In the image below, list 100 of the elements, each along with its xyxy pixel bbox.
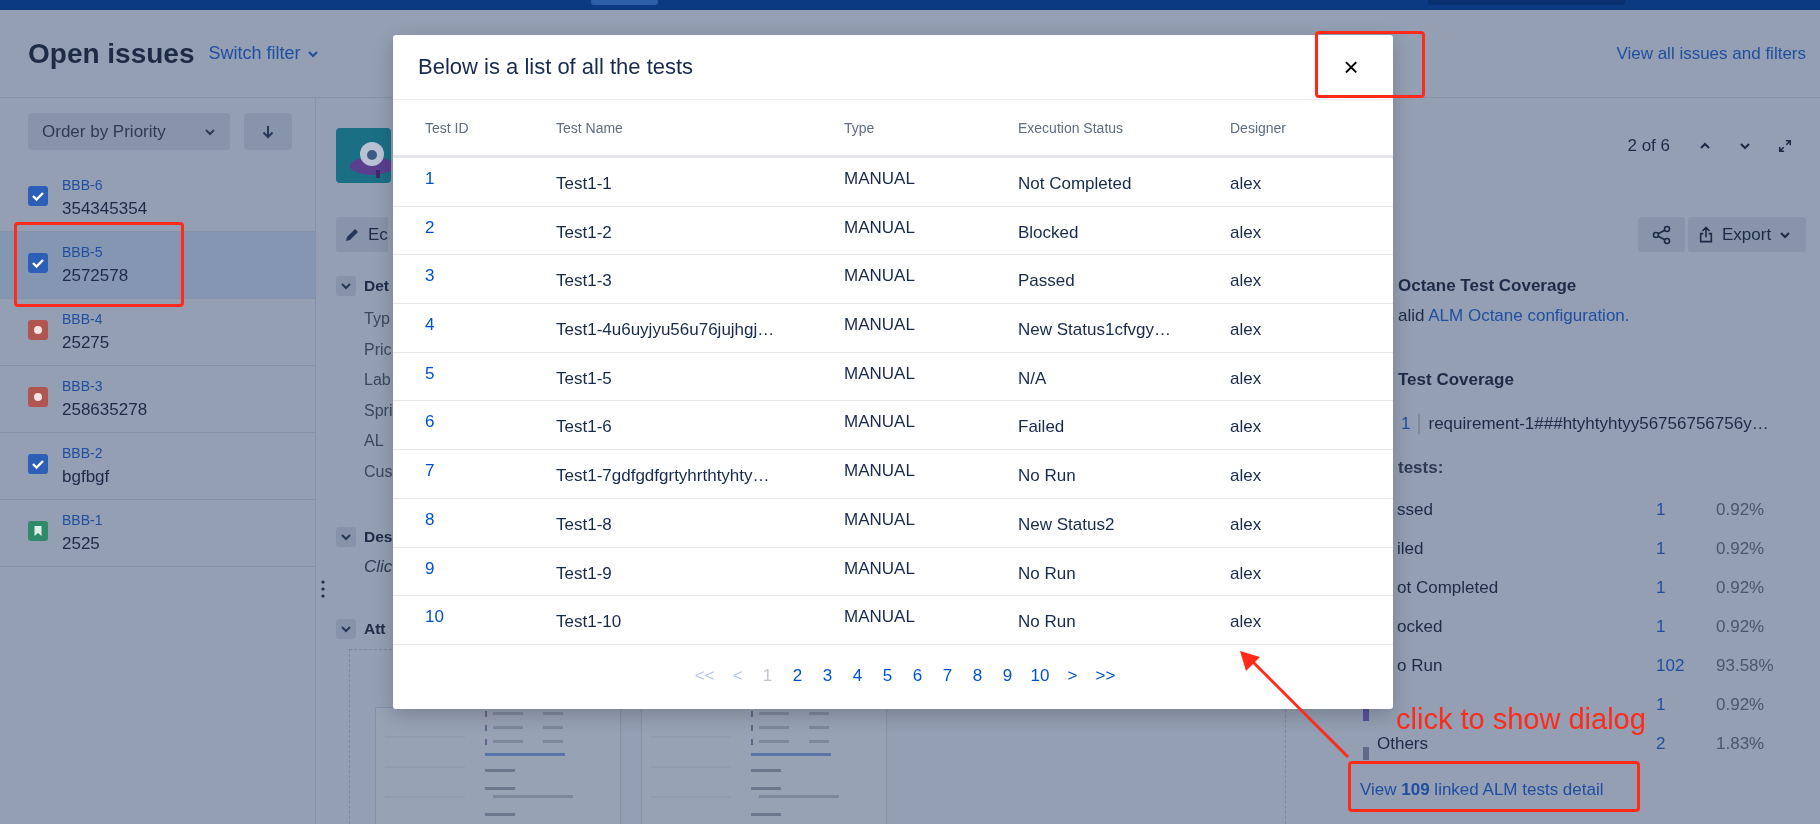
chevron-down-icon[interactable]	[336, 276, 356, 296]
pagination-link[interactable]: 5	[874, 661, 901, 690]
status-count[interactable]: 1	[1656, 577, 1716, 598]
issue-key-link[interactable]: BBB-4	[62, 311, 110, 327]
pagination-link[interactable]: 4	[844, 661, 871, 690]
view-all-issues-link[interactable]: View all issues and filters	[1616, 43, 1806, 64]
view-tests-detail-link[interactable]: View 109 linked ALM tests detail	[1360, 780, 1604, 800]
share-button[interactable]	[1638, 217, 1685, 252]
dialog-title: Below is a list of all the tests	[418, 54, 695, 80]
pagination-link[interactable]: 3	[814, 661, 841, 690]
checkbox-icon	[28, 253, 48, 273]
test-type-cell-text: MANUAL	[844, 362, 916, 385]
execution-status-cell-text: New Status1cfvgy…	[1018, 319, 1173, 342]
expand-icon[interactable]	[1778, 139, 1792, 153]
status-count[interactable]: 1	[1656, 538, 1716, 559]
pagination-link[interactable]: 9	[994, 661, 1021, 690]
field-label: Typ	[364, 309, 390, 329]
execution-status-cell-text: New Status2	[1018, 513, 1116, 536]
test-name-cell-text: Test1-7gdfgdfgrtyhrthtyhty…	[556, 465, 771, 488]
pencil-icon	[344, 226, 360, 243]
designer-cell-text: alex	[1230, 416, 1263, 439]
column-header: Execution Status	[1018, 119, 1125, 136]
test-id-link[interactable]: 9	[425, 547, 556, 596]
edit-button[interactable]: Ec	[336, 217, 388, 252]
status-count[interactable]: 102	[1656, 655, 1716, 676]
test-id-link[interactable]: 3	[425, 255, 556, 304]
thumbnail-drawing[interactable]	[375, 707, 621, 824]
pagination-link[interactable]: 8	[964, 661, 991, 690]
switch-filter-button[interactable]: Switch filter	[208, 39, 319, 68]
export-button[interactable]: Export	[1688, 217, 1806, 252]
test-id-link[interactable]: 4	[425, 304, 556, 352]
column-header: Designer	[1230, 119, 1288, 136]
details-heading: Det	[364, 277, 389, 295]
order-by-dropdown[interactable]: Order by Priority	[28, 113, 230, 150]
test-id-link[interactable]: 2	[425, 206, 556, 255]
status-percent: 0.92%	[1716, 538, 1766, 559]
status-count[interactable]: 1	[1656, 694, 1716, 715]
test-name-cell-text: Test1-5	[556, 367, 613, 390]
test-type-cell-text: MANUAL	[844, 168, 916, 190]
test-id-link[interactable]: 8	[425, 498, 556, 547]
thumbnail-drawing[interactable]	[641, 707, 887, 824]
issue-summary: 2525	[62, 534, 101, 554]
field-label: Lab	[364, 370, 391, 390]
page-title: Open issues	[28, 37, 195, 70]
test-id-link[interactable]: 1	[425, 158, 556, 206]
pagination-link[interactable]: 6	[904, 661, 931, 690]
pagination-link[interactable]: >	[1059, 661, 1086, 690]
resize-handle-icon[interactable]	[321, 580, 325, 598]
execution-status-cell-text: Passed	[1018, 270, 1076, 293]
annotation-text: click to show dialog	[1396, 705, 1646, 734]
issue-list-item[interactable]: BBB-2 bgfbgf	[0, 433, 315, 500]
issue-summary: 258635278	[62, 400, 148, 420]
test-name-cell-text: Test1-1	[556, 173, 613, 195]
test-type-cell-text: MANUAL	[844, 460, 916, 483]
arrow-down-icon	[260, 123, 276, 140]
issue-key-link[interactable]: BBB-6	[62, 177, 148, 193]
status-count[interactable]: 2	[1656, 733, 1716, 754]
status-count[interactable]: 1	[1656, 499, 1716, 520]
issue-key-link[interactable]: BBB-1	[62, 512, 103, 528]
designer-cell-text: alex	[1230, 562, 1263, 585]
description-placeholder[interactable]: Clic	[364, 557, 393, 577]
issue-list-item[interactable]: BBB-5 2572578	[0, 232, 315, 299]
issue-key-link[interactable]: BBB-2	[62, 445, 110, 461]
execution-status-cell-text: Blocked	[1018, 221, 1080, 244]
test-id-link[interactable]: 10	[425, 596, 556, 644]
test-id-link[interactable]: 7	[425, 450, 556, 498]
test-type-cell-text: MANUAL	[844, 265, 916, 288]
test-type-cell-text: MANUAL	[844, 508, 916, 531]
pagination-link[interactable]: 10	[1024, 661, 1056, 690]
status-percent: 0.92%	[1716, 694, 1766, 715]
pagination-link[interactable]: 2	[784, 661, 811, 690]
column-header: Test Name	[556, 119, 624, 136]
test-id-link[interactable]: 6	[425, 401, 556, 450]
close-button[interactable]: ×	[1329, 45, 1373, 89]
requirement-name: requirement-1###htyhtyhtyy56756756756y…	[1418, 414, 1769, 434]
chevron-down-icon[interactable]	[336, 619, 356, 639]
issue-list-item[interactable]: BBB-3 258635278	[0, 366, 315, 433]
execution-status-cell-text: N/A	[1018, 367, 1048, 390]
issue-list-item[interactable]: BBB-1 2525	[0, 500, 315, 567]
test-name-cell-text: Test1-6	[556, 416, 613, 439]
sort-direction-button[interactable]	[244, 113, 292, 150]
pagination-link[interactable]: 7	[934, 661, 961, 690]
test-id-link[interactable]: 5	[425, 352, 556, 401]
issue-summary: 354345354	[62, 199, 148, 219]
chevron-down-icon[interactable]	[336, 527, 356, 547]
status-count[interactable]: 1	[1656, 616, 1716, 637]
execution-status-cell-text: No Run	[1018, 611, 1077, 634]
issue-key-link[interactable]: BBB-3	[62, 378, 148, 394]
issue-position: 2 of 6	[1627, 136, 1670, 156]
requirement-count[interactable]: 1	[1401, 414, 1411, 434]
pagination-link[interactable]: >>	[1089, 661, 1122, 690]
octane-configuration-link[interactable]: ALM Octane configuration.	[1428, 306, 1630, 325]
status-label: ocked	[1397, 616, 1444, 637]
test-name-cell-text: Test1-2	[556, 221, 613, 244]
issue-summary: bgfbgf	[62, 467, 110, 487]
issue-list-item[interactable]: BBB-4 25275	[0, 299, 315, 366]
field-label: Pric	[364, 339, 392, 360]
status-label: ot Completed	[1397, 577, 1500, 598]
status-label: Others	[1377, 733, 1430, 754]
upload-icon	[1698, 225, 1714, 244]
